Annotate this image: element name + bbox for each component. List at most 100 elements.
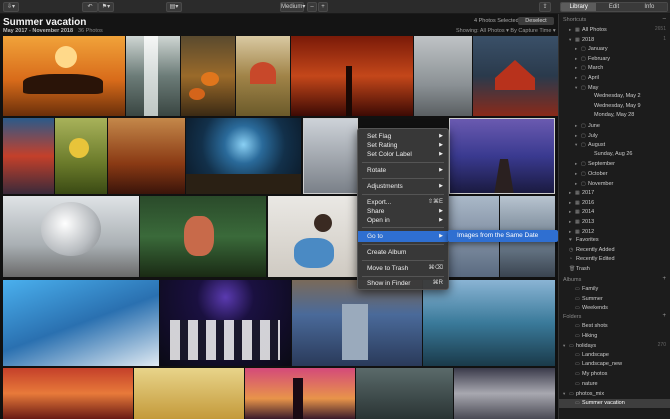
sidebar: Shortcuts – ▸ ▦ All Photos 2651 ▾ ▦ 2018 1 ▸ ▢ Jan… (558, 14, 670, 419)
submenu-images-same-date[interactable]: Images from the Same Date (448, 230, 558, 242)
photo-horses[interactable] (3, 36, 125, 116)
sidebar-item-year-2017[interactable]: ▸ ▦ 2017 (559, 188, 670, 198)
photo-baby-sisters[interactable] (268, 196, 358, 277)
photo-couple-street[interactable] (356, 368, 453, 419)
photo-carousel[interactable] (236, 36, 290, 116)
sidebar-item-folder-summer-vacation[interactable]: ▭ Summer vacation (559, 398, 670, 409)
menu-show-in-finder[interactable]: Show in Finder ⌘R (358, 279, 448, 288)
sidebar-item-month-june[interactable]: ▸ ▢ June (559, 121, 670, 131)
photo-star-trails[interactable] (186, 118, 301, 194)
sidebar-item-folder-best-shots[interactable]: ▭ Best shots (559, 322, 670, 332)
menu-export[interactable]: Export... ⇧⌘E (358, 198, 448, 207)
menu-set-rating[interactable]: Set Rating ▶ (358, 141, 448, 150)
sidebar-item-trash[interactable]: 🗑Trash (559, 265, 670, 275)
showing-filter[interactable]: Showing: All Photos ▾ By Capture Time ▾ (456, 28, 556, 34)
sidebar-item-folder-hiking[interactable]: ▭ Hiking (559, 332, 670, 342)
rotate-left-button[interactable]: ↶ (82, 2, 98, 12)
sidebar-item-folder-landscape-new[interactable]: ▭ Landscape_new (559, 360, 670, 370)
sidebar-item-all-photos[interactable]: ▸ ▦ All Photos 2651 (559, 25, 670, 35)
tab-info[interactable]: Info (631, 3, 667, 11)
deselect-button[interactable]: Deselect (518, 17, 554, 25)
photo-white-flowers[interactable] (414, 36, 472, 116)
menu-rotate[interactable]: Rotate ▶ (358, 166, 448, 175)
photo-golden-temple[interactable] (134, 368, 244, 419)
photo-glass-bridge[interactable] (3, 280, 159, 366)
sidebar-item-day-may-9[interactable]: Wednesday, May 9 (559, 102, 670, 112)
import-button[interactable]: ⇩▾ (3, 2, 19, 12)
sidebar-item-month-february[interactable]: ▸ ▢ February (559, 54, 670, 64)
sidebar-item-year-2018[interactable]: ▾ ▦ 2018 1 (559, 35, 670, 45)
sidebar-item-month-april[interactable]: ▸ ▢ April (559, 73, 670, 83)
mode-tabs: Library Edit Info (560, 2, 668, 12)
menu-create-album[interactable]: Create Album (358, 248, 448, 257)
sidebar-item-year-2012[interactable]: ▸ ▦ 2012 (559, 227, 670, 237)
sidebar-item-folder-landscape[interactable]: ▭ Landscape (559, 351, 670, 361)
date-range: May 2017 - November 2018 (3, 28, 74, 34)
photo-yellow-flowers[interactable] (55, 118, 107, 194)
photo-pumpkins[interactable] (181, 36, 235, 116)
sidebar-item-folder-photos-mix[interactable]: ▾ ▭ photos_mix (559, 389, 670, 399)
sidebar-item-folder-holidays[interactable]: ▾ ▭ holidays 270 (559, 341, 670, 351)
sidebar-item-month-september[interactable]: ▸ ▢ September (559, 159, 670, 169)
sidebar-item-label: Weekends (582, 305, 608, 312)
menu-move-to-trash[interactable]: Move to Trash ⌘⌫ (358, 264, 448, 273)
zoom-out-button[interactable]: – (307, 2, 317, 12)
share-icon[interactable]: ⇪ (539, 2, 551, 12)
sidebar-item-month-july[interactable]: ▸ ▢ July (559, 131, 670, 141)
menu-share[interactable]: Share ▶ (358, 207, 448, 216)
sidebar-item-label: 2014 (582, 209, 595, 216)
submenu-arrow-icon: ▶ (439, 133, 443, 139)
menu-adjustments[interactable]: Adjustments ▶ (358, 182, 448, 191)
add-folder-icon[interactable]: + (662, 313, 666, 319)
photo-towers-looking-up[interactable] (292, 280, 422, 366)
menu-go-to[interactable]: Go to ▶ (358, 231, 448, 242)
thumbnail-size-select[interactable]: Medium▾ (280, 2, 305, 12)
menu-set-flag[interactable]: Set Flag ▶ (358, 132, 448, 141)
photo-waterfall[interactable] (126, 36, 180, 116)
sidebar-item-month-may[interactable]: ▾ ▢ May (559, 83, 670, 93)
sidebar-item-recently-edited[interactable]: ◔ Recently Edited (559, 255, 670, 265)
top-toolbar: ⇩▾ ↶ ⚑▾ ▤▾ Medium▾ – + ⇪ Library Edit In… (0, 0, 670, 14)
sidebar-item-month-october[interactable]: ▸ ▢ October (559, 169, 670, 179)
sidebar-item-year-2013[interactable]: ▸ ▦ 2013 (559, 217, 670, 227)
photo-windmill-sunset[interactable] (245, 368, 355, 419)
view-mode-button[interactable]: ▤▾ (166, 2, 182, 12)
add-shortcut-icon[interactable]: – (663, 16, 666, 22)
sidebar-item-year-2016[interactable]: ▸ ▦ 2016 (559, 198, 670, 208)
flag-button[interactable]: ⚑▾ (98, 2, 114, 12)
photo-pier-sunset[interactable] (449, 118, 555, 194)
sidebar-item-year-2014[interactable]: ▸ ▦ 2014 (559, 207, 670, 217)
sidebar-item-month-january[interactable]: ▸ ▢ January (559, 44, 670, 54)
sidebar-item-favorites[interactable]: ♥ Favorites (559, 236, 670, 246)
tab-library[interactable]: Library (561, 3, 597, 11)
zoom-in-button[interactable]: + (318, 2, 328, 12)
photo-autumn-tree[interactable] (291, 36, 413, 116)
photo-gardens-bay[interactable] (423, 280, 555, 366)
photo-arches[interactable] (160, 280, 291, 366)
sidebar-item-folder-my-photos[interactable]: ▭ My photos (559, 370, 670, 380)
photo-antelope-canyon[interactable] (3, 368, 133, 419)
sidebar-item-month-august[interactable]: ▾ ▢ August (559, 140, 670, 150)
sidebar-item-recently-added[interactable]: ◷ Recently Added (559, 246, 670, 256)
photo-mirror-sphere[interactable] (3, 196, 139, 277)
photo-temple[interactable] (473, 36, 558, 116)
sidebar-item-album-summer[interactable]: ▭ Summer (559, 295, 670, 305)
sidebar-item-day-aug-26[interactable]: Sunday, Aug 26 (559, 150, 670, 160)
sidebar-item-folder-nature[interactable]: ▭ nature (559, 380, 670, 390)
sidebar-item-album-family[interactable]: ▭ Family (559, 285, 670, 295)
sidebar-item-day-may-2[interactable]: Wednesday, May 2 (559, 92, 670, 102)
sidebar-item-album-weekends[interactable]: ▭ Weekends (559, 304, 670, 314)
add-album-icon[interactable]: + (662, 276, 666, 282)
photo-kimono-girls[interactable] (3, 118, 54, 194)
menu-set-color-label[interactable]: Set Color Label ▶ (358, 150, 448, 159)
sidebar-item-day-may-28[interactable]: Monday, May 28 (559, 111, 670, 121)
photo-skyscrapers[interactable] (303, 118, 358, 194)
menu-open-in[interactable]: Open in ▶ (358, 216, 448, 225)
photo-desert-rocks[interactable] (108, 118, 185, 194)
sidebar-item-month-march[interactable]: ▸ ▢ March (559, 63, 670, 73)
submenu-arrow-icon: ▶ (439, 142, 443, 148)
tab-edit[interactable]: Edit (596, 3, 632, 11)
photo-kids-leaves[interactable] (140, 196, 266, 277)
sidebar-item-month-november[interactable]: ▸ ▢ November (559, 179, 670, 189)
photo-crowd[interactable] (454, 368, 555, 419)
